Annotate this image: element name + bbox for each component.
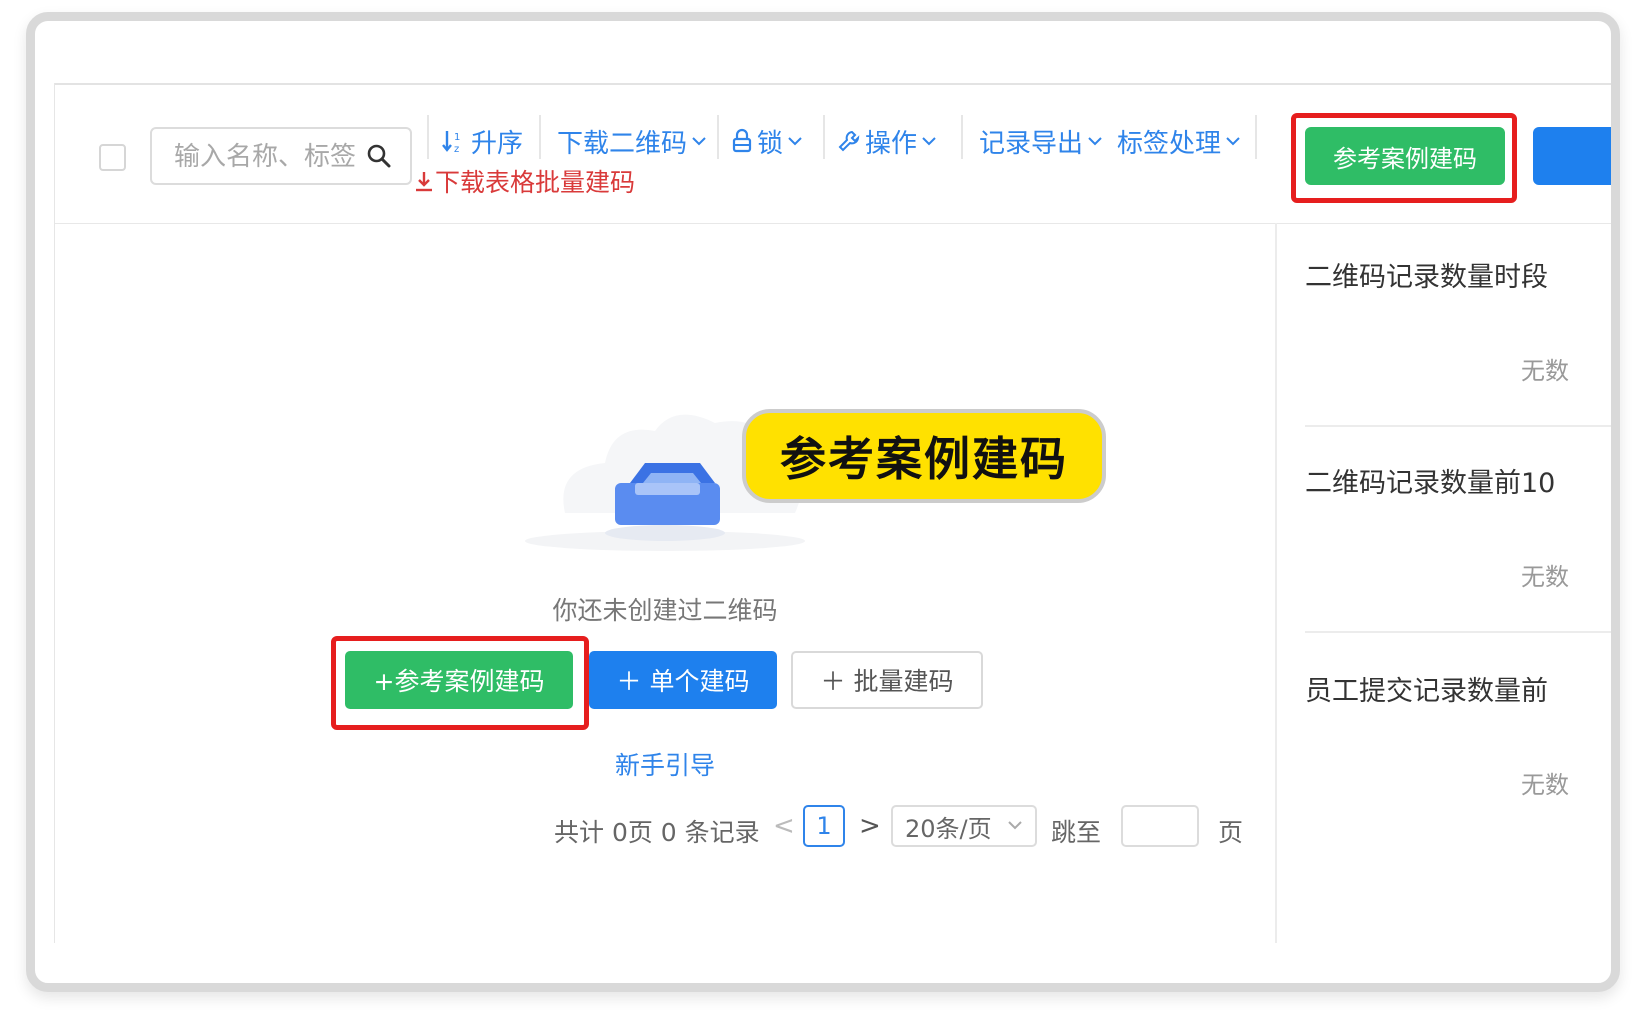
stats-empty-text: 无数 [1521,357,1569,385]
toolbar-separator [823,115,825,159]
export-label: 记录导出 [979,128,1084,159]
jump-page-input[interactable] [1121,805,1199,847]
search-input[interactable] [172,137,361,177]
section-divider [1305,425,1611,427]
screenshot-frame: 1 z 升序 下载二维码 锁 [26,12,1620,992]
download-qr-dropdown[interactable]: 下载二维码 [553,123,707,159]
create-button-partial[interactable] [1533,127,1611,185]
section-divider [1305,631,1611,633]
sort-label: 升序 [471,128,524,159]
stats-section: 二维码记录数量前10 无数 [1305,461,1611,591]
select-all-checkbox[interactable] [99,144,126,171]
toolbar-separator [961,115,963,159]
operate-label: 操作 [865,128,918,159]
pagination-total: 共计 0页 0 条记录 [554,818,760,847]
search-box[interactable] [150,127,412,185]
prev-page-button[interactable]: < [773,811,795,841]
download-icon [416,172,432,192]
sort-icon: 1 z [442,131,460,155]
page-size-value: 20条/页 [905,814,992,843]
chevron-down-icon [1226,137,1240,146]
stats-section-title: 二维码记录数量时段 [1305,262,1548,293]
batch-create-button[interactable]: ＋ 批量建码 [791,651,983,709]
reference-case-callout: 参考案例建码 [742,409,1106,503]
download-qr-label: 下载二维码 [557,128,688,159]
toolbar-separator [1255,115,1257,159]
wrench-icon [838,130,860,152]
operate-dropdown[interactable]: 操作 [837,123,937,159]
chevron-down-icon [692,137,706,146]
export-dropdown[interactable]: 记录导出 [975,123,1103,159]
chevron-down-icon [1088,137,1102,146]
sort-button[interactable]: 1 z 升序 [441,123,527,159]
toolbar-separator [717,115,719,159]
svg-text:1: 1 [454,132,460,143]
reference-case-button[interactable]: +参考案例建码 [345,651,573,709]
stats-empty-text: 无数 [1521,771,1569,799]
stats-section: 二维码记录数量时段 无数 [1305,255,1611,385]
stats-section: 员工提交记录数量前 无数 [1305,669,1611,799]
stats-side-panel: 二维码记录数量时段 无数 二维码记录数量前10 无数 员工提交记录数量前 无数 [1275,223,1611,943]
pagination: 共计 0页 0 条记录 < 1 > 20条/页 跳至 页 [55,805,1275,855]
download-sheet-link[interactable]: 下载表格批量建码 [413,163,635,199]
lock-icon [732,128,752,153]
lock-dropdown[interactable]: 锁 [731,123,803,159]
toolbar-separator [427,115,429,159]
download-sheet-label: 下载表格批量建码 [435,168,636,197]
lock-label: 锁 [757,128,784,159]
current-page-button[interactable]: 1 [803,805,845,847]
search-icon[interactable] [366,143,392,169]
chevron-down-icon [788,137,802,146]
beginner-guide-link[interactable]: 新手引导 [595,746,735,782]
chevron-down-icon [922,137,936,146]
page-size-select[interactable]: 20条/页 [891,805,1037,847]
next-page-button[interactable]: > [859,811,881,841]
tag-label: 标签处理 [1117,128,1222,159]
jump-label: 跳至 [1051,818,1102,847]
toolbar: 1 z 升序 下载二维码 锁 [55,85,1611,224]
stats-section-title: 二维码记录数量前10 [1305,468,1556,499]
qr-manager-panel: 1 z 升序 下载二维码 锁 [54,83,1611,943]
empty-message: 你还未创建过二维码 [552,596,778,625]
single-create-button[interactable]: ＋ 单个建码 [589,651,777,709]
toolbar-separator [539,115,541,159]
svg-text:z: z [454,144,459,155]
chevron-down-icon [1008,821,1022,830]
tag-dropdown[interactable]: 标签处理 [1113,123,1241,159]
main-content: 参考案例建码 你还未创建过二维码 +参考案例建码 ＋ 单个建码 ＋ 批量建码 新… [55,223,1275,943]
stats-section-title: 员工提交记录数量前 [1305,676,1548,707]
page-suffix: 页 [1218,818,1244,847]
reference-case-button-top[interactable]: 参考案例建码 [1305,127,1505,185]
stats-empty-text: 无数 [1521,563,1569,591]
